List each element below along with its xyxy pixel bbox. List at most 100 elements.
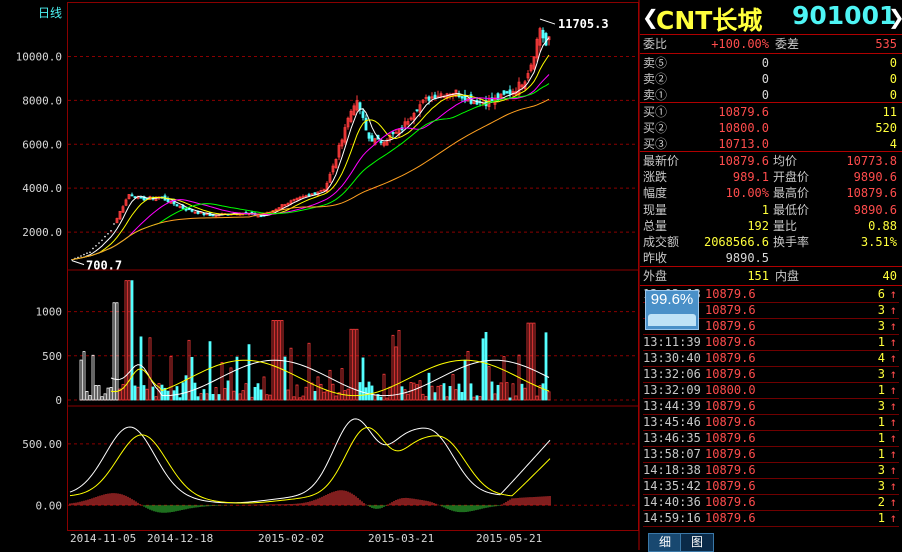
webi-divider bbox=[640, 53, 902, 54]
early-price-dot bbox=[80, 255, 82, 257]
stat-label-2: 开盘价 bbox=[773, 170, 810, 185]
tick-row[interactable]: 14:40:36 10879.6 2 ↑ bbox=[643, 494, 899, 511]
volume-bar bbox=[493, 393, 497, 401]
ma30-line bbox=[71, 83, 550, 261]
tick-row[interactable]: 13:32:09 10800.0 1 ↑ bbox=[643, 382, 899, 399]
stat-label: 总量 bbox=[643, 218, 668, 233]
up-arrow-icon: ↑ bbox=[889, 303, 897, 317]
volume-bar bbox=[529, 322, 533, 401]
volume-bar bbox=[100, 396, 104, 401]
volume-bar bbox=[379, 396, 383, 401]
tick-time: 13:32:09 bbox=[643, 383, 701, 397]
volume-bar bbox=[406, 393, 410, 401]
volume-bar bbox=[94, 385, 98, 401]
tick-row[interactable]: 13:46:35 10879.6 1 ↑ bbox=[643, 430, 899, 447]
candle-body bbox=[361, 111, 365, 118]
candle-body bbox=[358, 102, 362, 110]
tick-row[interactable]: 13:45:46 10879.6 1 ↑ bbox=[643, 414, 899, 431]
tick-row[interactable]: 14:18:38 10879.6 3 ↑ bbox=[643, 462, 899, 479]
tick-row[interactable]: 13:32:06 10879.6 3 ↑ bbox=[643, 366, 899, 383]
tick-row[interactable]: 13:58:07 10879.6 1 ↑ bbox=[643, 446, 899, 463]
volume-bar bbox=[490, 381, 494, 401]
tick-row[interactable]: 13:11:39 10879.6 1 ↑ bbox=[643, 334, 899, 351]
volume-bar bbox=[133, 385, 137, 401]
stock-code: 901001 bbox=[792, 1, 897, 30]
volume-bar bbox=[385, 397, 389, 401]
stats-divider bbox=[640, 151, 902, 152]
volume-bar bbox=[427, 372, 431, 401]
volume-bar bbox=[448, 386, 452, 401]
price-tick-label: 10000.0 bbox=[16, 50, 62, 63]
stat-label: 最新价 bbox=[643, 154, 680, 168]
volume-bar bbox=[355, 328, 359, 401]
price-tick-label: 8000.0 bbox=[22, 94, 62, 107]
candle-body bbox=[391, 131, 395, 135]
up-arrow-icon: ↑ bbox=[889, 447, 897, 461]
volume-bar bbox=[292, 396, 296, 401]
sell-label: 卖⑤ bbox=[643, 56, 668, 70]
candle-body bbox=[130, 194, 134, 197]
tick-row[interactable]: 13:44:39 10879.6 3 ↑ bbox=[643, 398, 899, 415]
tick-price: 10879.6 bbox=[705, 351, 756, 365]
tick-row[interactable]: 14:59:16 10879.6 1 ↑ bbox=[643, 510, 899, 527]
buy-row: 买② 10800.0 520 bbox=[643, 120, 899, 136]
volume-bar bbox=[265, 394, 269, 401]
volume-bar bbox=[484, 332, 488, 401]
low-marker-label: 700.7 bbox=[86, 259, 122, 273]
volume-bar bbox=[124, 280, 128, 401]
neipan-label: 内盘 bbox=[775, 269, 800, 283]
buy-row: 买③ 10713.0 4 bbox=[643, 136, 899, 152]
stat-row: 最新价 10879.6 均价 10773.8 bbox=[643, 153, 899, 169]
tick-volume: 3 bbox=[877, 319, 885, 333]
next-stock-arrow-icon[interactable]: ❯ bbox=[888, 5, 902, 29]
tick-row[interactable]: 14:35:42 10879.6 3 ↑ bbox=[643, 478, 899, 495]
percent-badge-text: 99.6% bbox=[650, 291, 694, 308]
candle-body bbox=[502, 90, 506, 95]
candle-body bbox=[505, 91, 509, 94]
tick-time: 13:11:39 bbox=[643, 335, 701, 349]
tab-chart[interactable]: 图 bbox=[680, 533, 714, 552]
candle-body bbox=[415, 109, 419, 112]
sell-row: 卖⑤ 0 0 bbox=[643, 55, 899, 71]
tick-row[interactable]: 13:30:40 10879.6 4 ↑ bbox=[643, 350, 899, 367]
volume-tick-label: 1000 bbox=[36, 306, 63, 319]
volume-bar bbox=[79, 359, 83, 401]
volume-bar bbox=[208, 341, 212, 401]
volume-bar bbox=[226, 380, 230, 401]
volume-bar bbox=[454, 389, 458, 401]
volume-bar bbox=[346, 388, 350, 401]
tick-volume: 1 bbox=[877, 431, 885, 445]
candle-body bbox=[202, 212, 206, 216]
date-label: 2015-03-21 bbox=[368, 532, 434, 545]
tick-price: 10879.6 bbox=[705, 511, 756, 525]
low-marker-line bbox=[71, 260, 85, 266]
volume-bar bbox=[238, 393, 242, 401]
volume-bar bbox=[235, 356, 239, 401]
volume-bar bbox=[181, 382, 185, 401]
stat-row: 现量 1 最低价 9890.6 bbox=[643, 202, 899, 218]
price-tick-label: 2000.0 bbox=[22, 226, 62, 239]
volume-bar bbox=[364, 387, 368, 401]
date-label: 2014-11-05 bbox=[70, 532, 136, 545]
candle-body bbox=[367, 132, 371, 139]
sell-label: 卖① bbox=[643, 88, 668, 102]
volume-bar bbox=[301, 395, 305, 401]
stat-label-2: 最低价 bbox=[773, 202, 810, 217]
candle-body bbox=[394, 131, 398, 134]
tick-time: 13:44:39 bbox=[643, 399, 701, 413]
kline-chart[interactable]: 10000.0 8000.0 6000.0 4000.0 2000.0 1000 500 0 5… bbox=[0, 0, 640, 550]
tick-volume: 1 bbox=[877, 447, 885, 461]
tick-price: 10879.6 bbox=[705, 335, 756, 349]
tick-price: 10879.6 bbox=[705, 479, 756, 493]
tick-price: 10879.6 bbox=[705, 303, 756, 317]
tab-detail[interactable]: 细 bbox=[648, 533, 682, 552]
volume-bar bbox=[328, 369, 332, 401]
up-arrow-icon: ↑ bbox=[889, 383, 897, 397]
stock-name: CNT长城 bbox=[656, 6, 763, 35]
stock-header: ❮ CNT长城 901001 ❯ bbox=[640, 0, 902, 35]
volume-bar bbox=[334, 395, 338, 401]
volume-bar bbox=[394, 346, 398, 401]
volume-bar bbox=[322, 391, 326, 401]
webi-value: +100.00% bbox=[711, 37, 769, 51]
sell-volume: 0 bbox=[889, 72, 897, 86]
